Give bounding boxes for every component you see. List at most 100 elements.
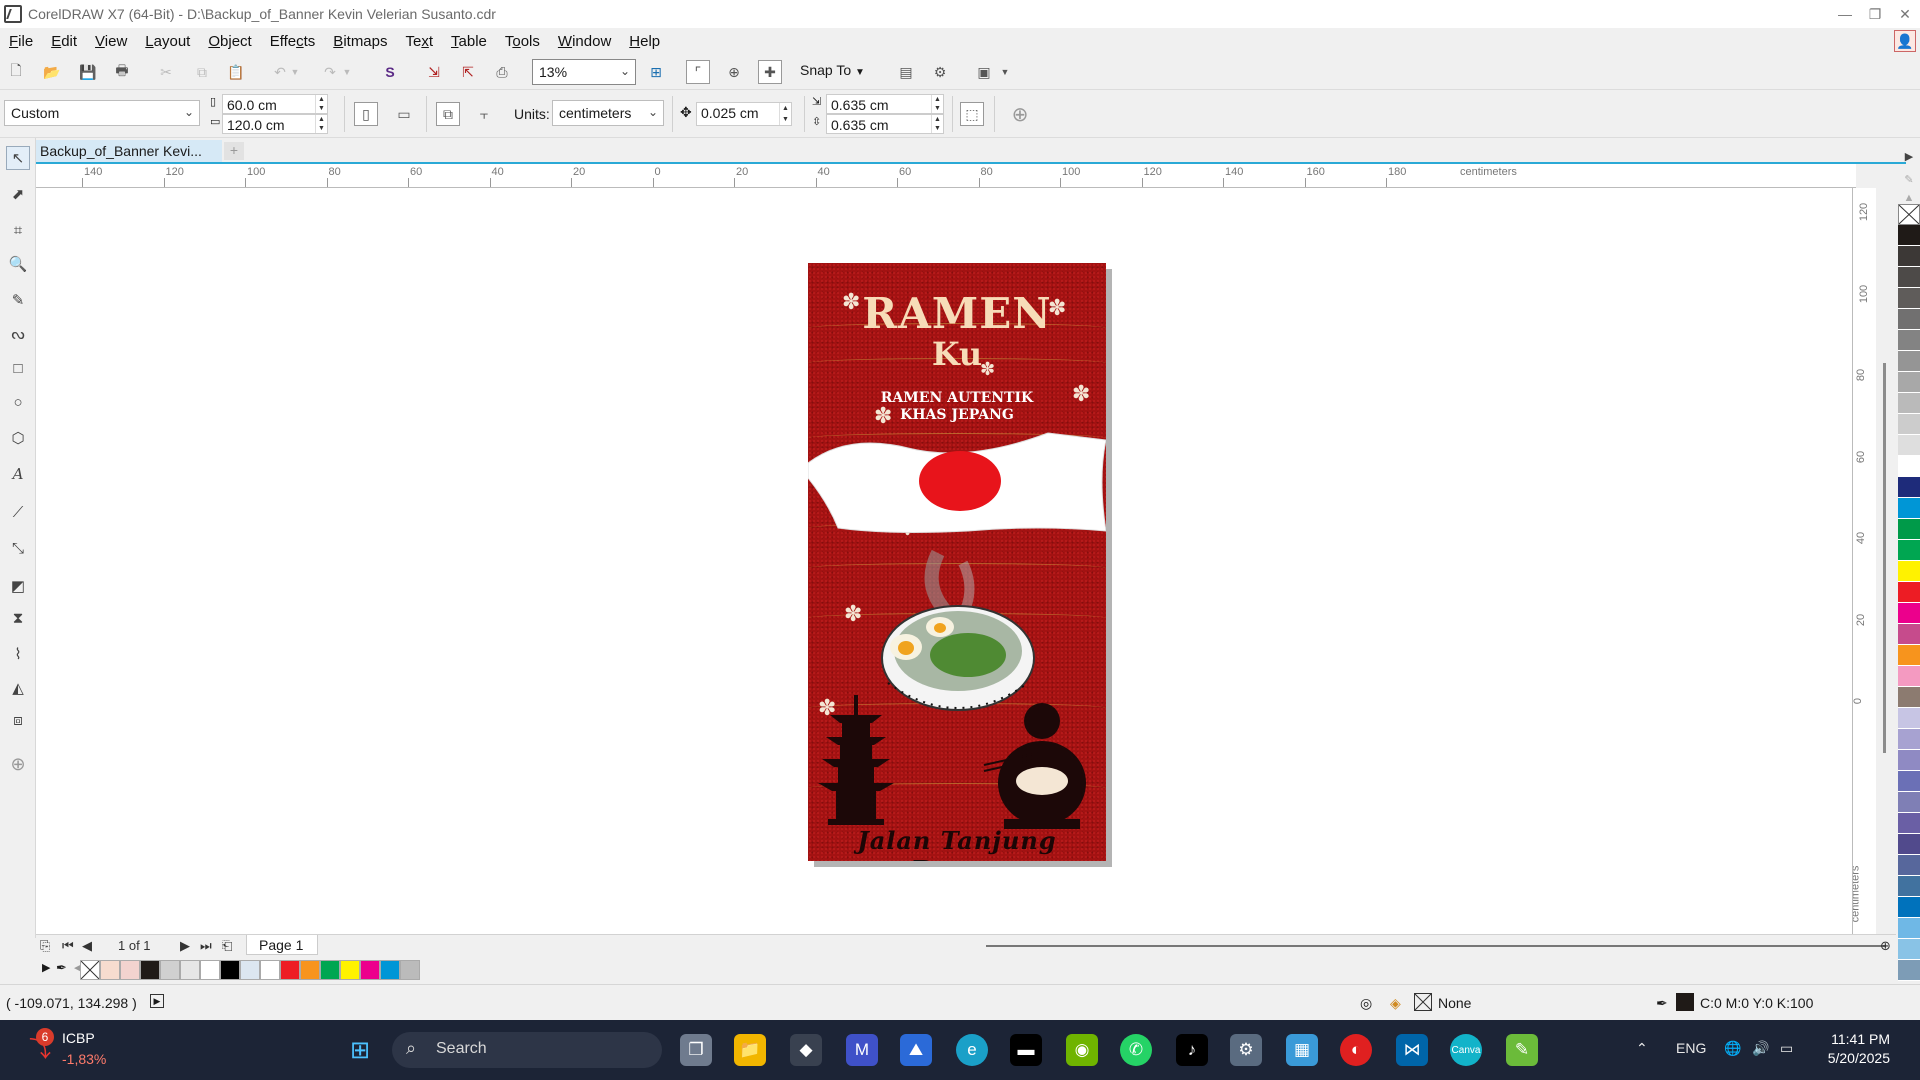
palette-swatch[interactable]: [1898, 225, 1920, 246]
battery-icon[interactable]: ▭: [1780, 1040, 1793, 1057]
palette-swatch[interactable]: [1898, 897, 1920, 918]
document-palette-swatch[interactable]: [180, 960, 200, 980]
maximize-button[interactable]: ❐: [1860, 0, 1890, 28]
color-eyedropper-tool-icon[interactable]: ⌇: [6, 642, 30, 666]
app-cube-icon[interactable]: ◆: [790, 1034, 822, 1066]
dup-y-spinner-icon[interactable]: ▲ ▼: [931, 115, 943, 133]
close-button[interactable]: ✕: [1890, 0, 1920, 28]
cut-icon[interactable]: ✂: [154, 60, 178, 84]
palette-swatch[interactable]: [1898, 939, 1920, 960]
volume-icon[interactable]: 🔊: [1752, 1040, 1769, 1057]
palette-swatch[interactable]: [1898, 582, 1920, 603]
height-spinner-icon[interactable]: ▲ ▼: [315, 115, 327, 133]
document-palette-swatch[interactable]: [300, 960, 320, 980]
document-palette-swatch[interactable]: [280, 960, 300, 980]
taskbar-clock[interactable]: 11:41 PM 5/20/2025: [1828, 1030, 1890, 1068]
app-m-icon[interactable]: M: [846, 1034, 878, 1066]
palette-swatch[interactable]: [1898, 729, 1920, 750]
edit-pen-icon[interactable]: ✎: [1898, 173, 1920, 186]
minimize-button[interactable]: —: [1830, 0, 1860, 28]
palette-swatch[interactable]: [1898, 372, 1920, 393]
palette-swatch[interactable]: [1898, 855, 1920, 876]
horizontal-ruler[interactable]: 140 120 100 80 60 40 20 0 20 40 60 80 100 120 140 160 18…: [36, 164, 1856, 188]
network-globe-icon[interactable]: 🌐: [1724, 1040, 1741, 1057]
show-guidelines-icon[interactable]: ✚: [758, 60, 782, 84]
palette-swatch[interactable]: [1898, 918, 1920, 939]
canva-icon[interactable]: Canva: [1450, 1034, 1482, 1066]
palette-swatch[interactable]: [1898, 246, 1920, 267]
color-proof-icon[interactable]: ◎: [1360, 995, 1372, 1012]
palette-swatch[interactable]: [1898, 792, 1920, 813]
palette-swatch[interactable]: [1898, 414, 1920, 435]
units-select[interactable]: centimeters ⌄: [552, 100, 664, 126]
shape-tool-icon[interactable]: ⬈: [6, 182, 30, 206]
nudge-distance-input[interactable]: 0.025 cm ▲ ▼: [696, 102, 792, 126]
horizontal-scrollbar[interactable]: [986, 945, 1886, 947]
menu-item-view[interactable]: View: [86, 33, 136, 50]
document-palette-swatch[interactable]: [240, 960, 260, 980]
palette-swatch[interactable]: [1898, 771, 1920, 792]
document-palette-swatch[interactable]: [320, 960, 340, 980]
nudge-spinner-icon[interactable]: ▲ ▼: [779, 103, 791, 125]
palette-swatch[interactable]: [1898, 960, 1920, 981]
ramen-poster-artwork[interactable]: ✽ ✽ ✽ ✽ ✽ ✽ ✽ ✽ RAMEN Ku RAMEN AUTENTIK …: [808, 263, 1106, 861]
page-size-preset-select[interactable]: Custom ⌄: [4, 100, 200, 126]
palette-swatch[interactable]: [1898, 393, 1920, 414]
menu-item-text[interactable]: Text: [397, 33, 443, 50]
terminal-icon[interactable]: ▬: [1010, 1034, 1042, 1066]
open-icon[interactable]: 📂: [40, 60, 64, 84]
treat-as-filled-icon[interactable]: ⬚: [960, 102, 984, 126]
transparency-tool-icon[interactable]: ⧗: [6, 606, 30, 630]
options-icon[interactable]: ⚙: [928, 60, 952, 84]
no-color-swatch[interactable]: [80, 960, 100, 980]
menu-item-help[interactable]: Help: [620, 33, 669, 50]
palette-swatch[interactable]: [1898, 267, 1920, 288]
search-content-icon[interactable]: S: [378, 60, 402, 84]
user-account-icon[interactable]: 👤: [1894, 30, 1916, 52]
settings-icon[interactable]: ⚙: [1230, 1034, 1262, 1066]
palette-scroll-up-icon[interactable]: ▲: [1898, 192, 1920, 204]
add-page-icon[interactable]: ⎗: [222, 938, 232, 954]
tiktok-icon[interactable]: ♪: [1176, 1034, 1208, 1066]
menu-item-file[interactable]: File: [0, 33, 42, 50]
full-screen-preview-icon[interactable]: ⊞: [644, 60, 668, 84]
previous-page-icon[interactable]: ◀: [82, 938, 92, 954]
new-document-icon[interactable]: 🗋: [4, 60, 28, 84]
nvidia-icon[interactable]: ◉: [1066, 1034, 1098, 1066]
menu-item-layout[interactable]: Layout: [136, 33, 199, 50]
menu-item-table[interactable]: Table: [442, 33, 496, 50]
all-pages-icon[interactable]: ⧉: [436, 102, 460, 126]
page-width-input[interactable]: 60.0 cm ▲ ▼: [222, 94, 328, 114]
dup-x-spinner-icon[interactable]: ▲ ▼: [931, 95, 943, 113]
save-icon[interactable]: 💾: [76, 60, 100, 84]
tab-document[interactable]: Backup_of_Banner Kevi...: [36, 140, 222, 162]
scroll-thumb[interactable]: [1883, 363, 1886, 753]
no-color-swatch[interactable]: [1898, 204, 1920, 225]
document-palette-swatch[interactable]: [220, 960, 240, 980]
palette-swatch[interactable]: [1898, 750, 1920, 771]
outline-color-swatch[interactable]: [1676, 993, 1694, 1011]
parallel-dimension-tool-icon[interactable]: ⟋: [6, 500, 30, 524]
palette-swatch[interactable]: [1898, 540, 1920, 561]
current-page-icon[interactable]: ⫟: [472, 102, 496, 126]
show-rulers-icon[interactable]: ⌜: [686, 60, 710, 84]
photos-icon[interactable]: ⛰: [900, 1034, 932, 1066]
new-tab-plus-icon[interactable]: +: [224, 142, 244, 160]
document-palette-swatch[interactable]: [120, 960, 140, 980]
pick-tool-icon[interactable]: ↖: [6, 146, 30, 170]
duplicate-distance-y-input[interactable]: 0.635 cm ▲ ▼: [826, 114, 944, 134]
fill-none-swatch[interactable]: [1414, 993, 1432, 1011]
application-launcher-icon[interactable]: ▣: [972, 60, 996, 84]
first-page-icon[interactable]: ⏮: [62, 938, 74, 954]
quick-customize-icon[interactable]: ⊕: [1008, 102, 1032, 126]
document-palette-swatch[interactable]: [260, 960, 280, 980]
redo-dropdown-icon[interactable]: ▼: [340, 60, 354, 84]
show-grid-icon[interactable]: ⊕: [722, 60, 746, 84]
language-indicator[interactable]: ENG: [1676, 1040, 1706, 1056]
rectangle-tool-icon[interactable]: □: [6, 356, 30, 380]
document-palette-swatch[interactable]: [200, 960, 220, 980]
zoom-level-select[interactable]: 13% ⌄: [532, 59, 636, 85]
palette-swatch[interactable]: [1898, 309, 1920, 330]
insert-page-icon[interactable]: ⎘: [40, 938, 50, 954]
ellipse-tool-icon[interactable]: ○: [6, 390, 30, 414]
